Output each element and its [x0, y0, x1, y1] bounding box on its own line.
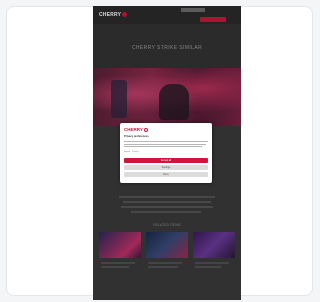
cherry-logo-icon: [143, 127, 148, 132]
accept-all-button[interactable]: Accept all: [124, 158, 208, 163]
modal-logo-text: CHERRY: [124, 127, 143, 132]
modal-logo: CHERRY: [124, 126, 148, 133]
modal-text-line: [124, 146, 202, 147]
modal-text-line: [124, 143, 206, 145]
modal-heading: Privacy preferences: [124, 135, 149, 138]
modal-links[interactable]: Imprint · Privacy: [124, 151, 164, 154]
cookie-consent-modal: CHERRY Privacy preferences Imprint · Pri…: [120, 123, 212, 183]
settings-button[interactable]: Settings: [124, 165, 208, 170]
deny-button[interactable]: Deny: [124, 172, 208, 177]
modal-text-line: [124, 141, 208, 142]
